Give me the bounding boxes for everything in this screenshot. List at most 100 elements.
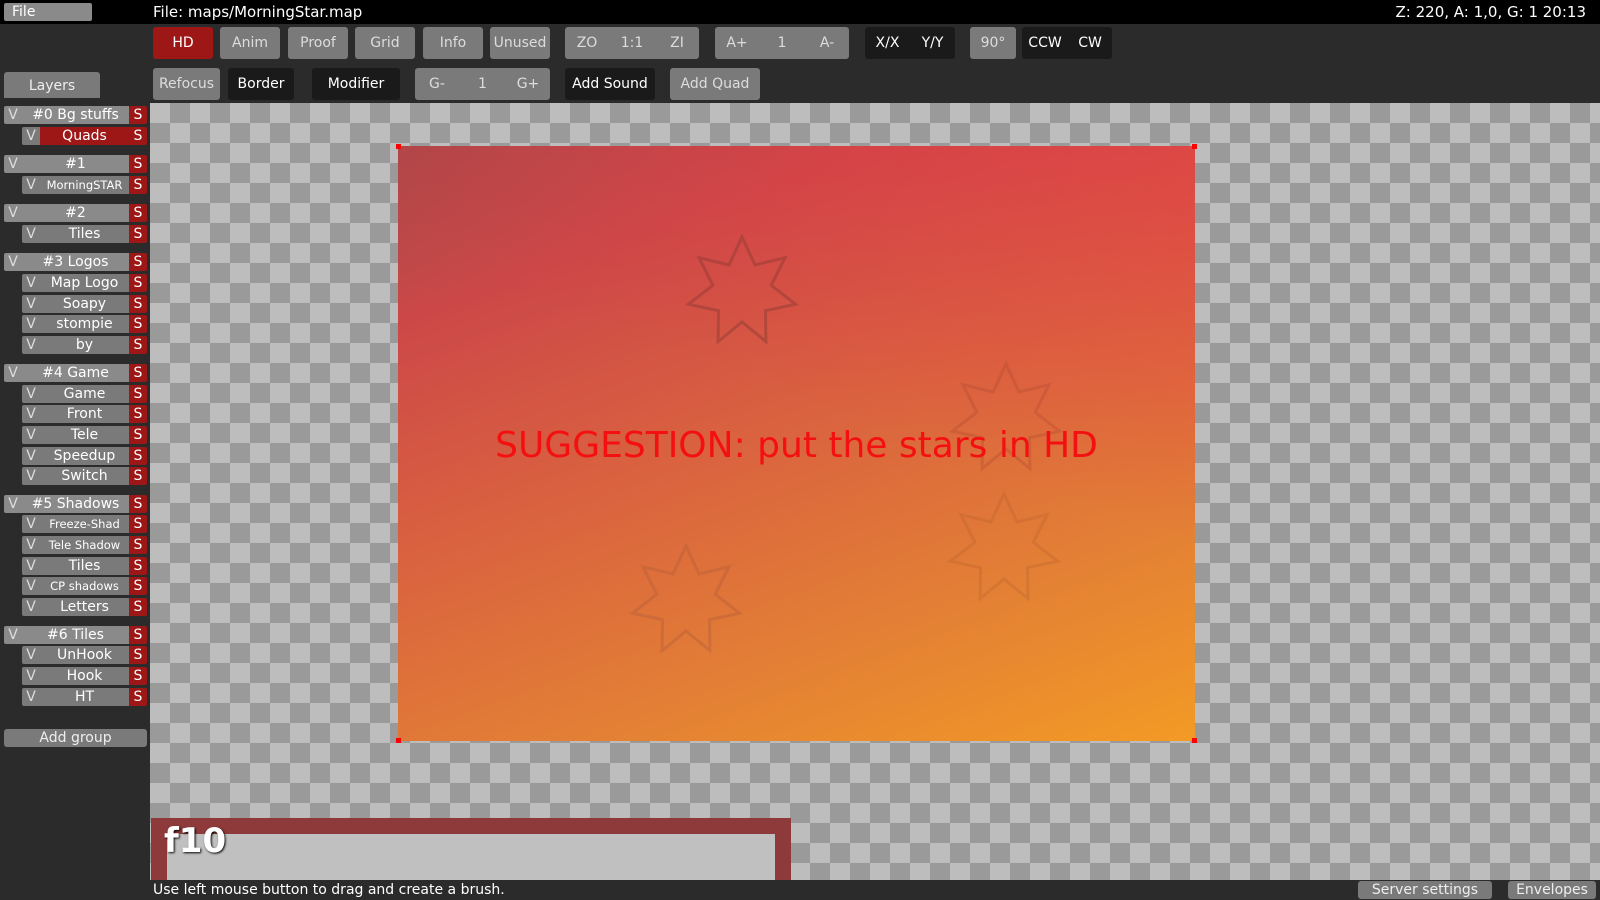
solo-toggle[interactable]: S [129, 405, 147, 423]
solo-toggle[interactable]: S [129, 336, 147, 354]
quad-corner-handle[interactable] [1192, 144, 1197, 149]
unused-toggle-button[interactable]: Unused [490, 27, 550, 59]
visibility-toggle[interactable]: V [4, 204, 22, 222]
zoom-out-button[interactable]: ZO [565, 27, 609, 59]
grid-toggle-button[interactable]: Grid [355, 27, 415, 59]
group-name[interactable]: #6 Tiles [22, 626, 129, 644]
group-name[interactable]: #0 Bg stuffs [22, 106, 129, 124]
solo-toggle[interactable]: S [129, 225, 147, 243]
layer-group-row[interactable]: V #4 Game S [4, 364, 147, 382]
solo-toggle[interactable]: S [129, 688, 147, 706]
solo-toggle[interactable]: S [129, 667, 147, 685]
layer-row[interactable]: V CP shadows S [22, 577, 147, 595]
visibility-toggle[interactable]: V [22, 598, 40, 616]
layer-row[interactable]: V Hook S [22, 667, 147, 685]
rotate-amount-field[interactable]: 90° [970, 27, 1016, 59]
file-menu-button[interactable]: File [4, 3, 92, 21]
grid-minus-button[interactable]: G- [415, 68, 459, 100]
quad-corner-handle[interactable] [396, 144, 401, 149]
solo-toggle[interactable]: S [129, 155, 147, 173]
solo-toggle[interactable]: S [129, 274, 147, 292]
server-settings-button[interactable]: Server settings [1358, 881, 1492, 899]
map-canvas[interactable]: SUGGESTION: put the stars in HD f10 [150, 103, 1600, 880]
layer-row[interactable]: Vby S [22, 336, 147, 354]
layer-name[interactable]: Switch [40, 467, 129, 485]
solo-toggle[interactable]: S [129, 598, 147, 616]
border-button[interactable]: Border [228, 68, 294, 100]
layer-name[interactable]: Tele [40, 426, 129, 444]
visibility-toggle[interactable]: V [22, 577, 40, 595]
visibility-toggle[interactable]: V [22, 385, 40, 403]
solo-toggle[interactable]: S [129, 515, 147, 533]
add-quad-button[interactable]: Add Quad [670, 68, 760, 100]
solo-toggle[interactable]: S [129, 127, 147, 145]
visibility-toggle[interactable]: V [4, 253, 22, 271]
layer-row[interactable]: V Soapy S [22, 295, 147, 313]
zoom-reset-button[interactable]: 1:1 [609, 27, 655, 59]
flip-y-button[interactable]: Y/Y [910, 27, 955, 59]
envelopes-button[interactable]: Envelopes [1508, 881, 1596, 899]
visibility-toggle[interactable]: V [22, 127, 40, 145]
layer-name[interactable]: Tele Shadow [40, 536, 129, 554]
anim-faster-button[interactable]: A+ [715, 27, 759, 59]
layer-row[interactable]: V Tiles S [22, 225, 147, 243]
visibility-toggle[interactable]: V [4, 106, 22, 124]
group-name[interactable]: #5 Shadows [22, 495, 129, 513]
visibility-toggle[interactable]: V [22, 467, 40, 485]
add-group-button[interactable]: Add group [4, 729, 147, 747]
layer-row[interactable]: V Game S [22, 385, 147, 403]
rotate-ccw-button[interactable]: CCW [1022, 27, 1068, 59]
layer-group-row[interactable]: V #5 Shadows S [4, 495, 147, 513]
layer-row[interactable]: Vstompie S [22, 315, 147, 333]
layer-group-row[interactable]: V #3 Logos S [4, 253, 147, 271]
layer-name[interactable]: UnHook [40, 646, 129, 664]
solo-toggle[interactable]: S [129, 577, 147, 595]
visibility-toggle[interactable]: V [22, 225, 40, 243]
layer-name[interactable]: Freeze-Shad [40, 515, 129, 533]
layer-row[interactable]: V MorningSTAR S [22, 176, 147, 194]
grid-plus-button[interactable]: G+ [506, 68, 550, 100]
solo-toggle[interactable]: S [129, 315, 147, 333]
visibility-toggle[interactable]: V [22, 536, 40, 554]
grid-factor-value[interactable]: 1 [459, 68, 506, 100]
visibility-toggle[interactable]: V [22, 315, 40, 333]
layer-name[interactable]: Soapy [40, 295, 129, 313]
refocus-button[interactable]: Refocus [153, 68, 220, 100]
layer-name[interactable]: Map Logo [40, 274, 129, 292]
visibility-toggle[interactable]: V [22, 176, 40, 194]
layer-group-row[interactable]: V #2 S [4, 204, 147, 222]
layer-row[interactable]: V Switch S [22, 467, 147, 485]
anim-toggle-button[interactable]: Anim [220, 27, 280, 59]
group-name[interactable]: #4 Game [22, 364, 129, 382]
layer-name[interactable]: MorningSTAR [40, 176, 129, 194]
solo-toggle[interactable]: S [129, 447, 147, 465]
solo-toggle[interactable]: S [129, 385, 147, 403]
rotate-cw-button[interactable]: CW [1068, 27, 1112, 59]
layer-name[interactable]: Speedup [40, 447, 129, 465]
background-quad[interactable]: SUGGESTION: put the stars in HD [396, 144, 1197, 743]
visibility-toggle[interactable]: V [4, 155, 22, 173]
layer-row[interactable]: V UnHook S [22, 646, 147, 664]
layers-tab[interactable]: Layers [4, 72, 100, 98]
layer-name[interactable]: CP shadows [40, 577, 129, 595]
visibility-toggle[interactable]: V [22, 515, 40, 533]
visibility-toggle[interactable]: V [22, 336, 40, 354]
layer-row[interactable]: V Quads S [22, 127, 147, 145]
visibility-toggle[interactable]: V [22, 274, 40, 292]
anim-speed-value[interactable]: 1 [759, 27, 805, 59]
visibility-toggle[interactable]: V [22, 646, 40, 664]
visibility-toggle[interactable]: V [22, 667, 40, 685]
layer-row[interactable]: V Letters S [22, 598, 147, 616]
layer-row[interactable]: V HT S [22, 688, 147, 706]
layer-name[interactable]: Tiles [40, 225, 129, 243]
layer-group-row[interactable]: V #1 S [4, 155, 147, 173]
group-name[interactable]: #1 [22, 155, 129, 173]
hd-toggle-button[interactable]: HD [153, 27, 213, 59]
group-name[interactable]: #2 [22, 204, 129, 222]
solo-toggle[interactable]: S [129, 536, 147, 554]
layer-group-row[interactable]: V #6 Tiles S [4, 626, 147, 644]
layer-name[interactable]: stompie [40, 315, 129, 333]
quad-corner-handle[interactable] [396, 738, 401, 743]
layer-name[interactable]: Front [40, 405, 129, 423]
layer-row[interactable]: V Speedup S [22, 447, 147, 465]
